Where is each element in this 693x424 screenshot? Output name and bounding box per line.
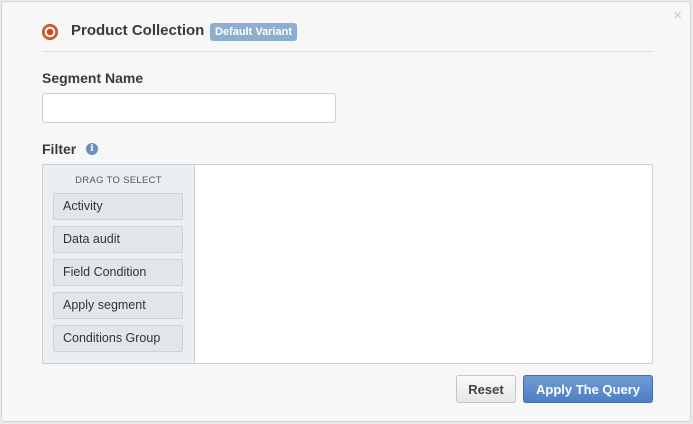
radio-selected-icon[interactable]: [42, 24, 58, 40]
variant-badge: Default Variant: [210, 23, 298, 41]
segment-name-label: Segment Name: [42, 70, 144, 86]
apply-query-button[interactable]: Apply The Query: [523, 375, 653, 403]
filter-drop-area[interactable]: [195, 165, 652, 363]
dialog-header: Product Collection Default Variant: [42, 21, 654, 52]
filter-palette: DRAG TO SELECT Activity Data audit Field…: [43, 165, 195, 363]
palette-item-activity[interactable]: Activity: [53, 193, 183, 220]
close-icon[interactable]: ×: [673, 8, 682, 23]
palette-item-data-audit[interactable]: Data audit: [53, 226, 183, 253]
segment-dialog: × Product Collection Default Variant Seg…: [1, 1, 691, 422]
page-title: Product Collection: [71, 22, 205, 39]
reset-button[interactable]: Reset: [456, 375, 516, 403]
filter-builder: DRAG TO SELECT Activity Data audit Field…: [42, 164, 653, 364]
palette-item-field-condition[interactable]: Field Condition: [53, 259, 183, 286]
segment-name-input[interactable]: [42, 93, 336, 123]
palette-item-apply-segment[interactable]: Apply segment: [53, 292, 183, 319]
info-icon[interactable]: i: [86, 143, 98, 155]
filter-label: Filter: [42, 141, 77, 157]
palette-item-conditions-group[interactable]: Conditions Group: [53, 325, 183, 352]
palette-heading: DRAG TO SELECT: [75, 175, 162, 186]
